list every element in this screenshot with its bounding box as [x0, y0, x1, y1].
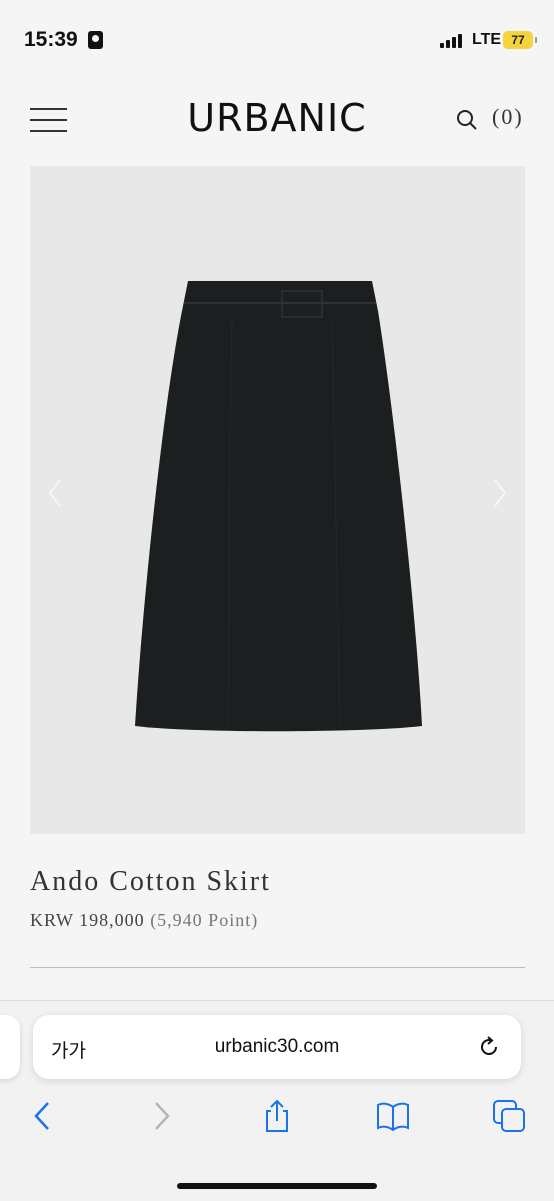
share-icon[interactable] [260, 1099, 294, 1133]
browser-bar: 가가 urbanic30.com [0, 1000, 554, 1201]
tabs-icon[interactable] [492, 1099, 526, 1133]
cart-count[interactable]: (0) [492, 104, 524, 130]
battery-level: 77 [511, 33, 525, 47]
previous-tab-card[interactable] [0, 1015, 20, 1079]
contact-card-icon [88, 31, 103, 49]
battery-icon: 77 [503, 31, 537, 49]
divider [30, 967, 525, 968]
product-image[interactable] [30, 166, 525, 834]
skirt-image [135, 281, 422, 732]
address-bar[interactable]: 가가 urbanic30.com [33, 1015, 521, 1079]
signal-icon [440, 34, 466, 48]
chevron-right-icon[interactable] [144, 1099, 178, 1133]
product-name: Ando Cotton Skirt [30, 866, 271, 897]
url-text[interactable]: urbanic30.com [33, 1036, 521, 1058]
price-value: KRW 198,000 [30, 910, 145, 930]
status-bar: 15:39 LTE 77 [0, 0, 554, 80]
price-points: (5,940 Point) [150, 910, 259, 930]
product-price: KRW 198,000 (5,940 Point) [30, 910, 258, 931]
network-type: LTE [472, 31, 502, 48]
chevron-left-icon[interactable] [26, 1099, 60, 1133]
reload-icon[interactable] [477, 1035, 501, 1059]
image-next-arrow[interactable] [493, 478, 507, 508]
image-prev-arrow[interactable] [48, 478, 62, 508]
status-time: 15:39 [24, 28, 78, 51]
book-icon[interactable] [376, 1099, 410, 1133]
search-icon[interactable] [456, 109, 478, 131]
home-indicator [177, 1183, 377, 1189]
